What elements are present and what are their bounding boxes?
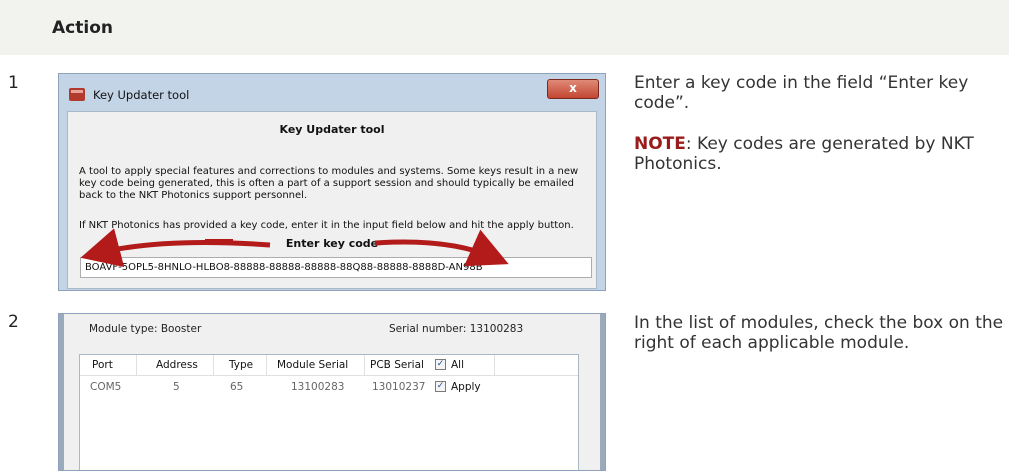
serial-number-label: Serial number: 13100283 xyxy=(389,323,524,335)
note-text: : Key codes are generated by NKT Photoni… xyxy=(634,134,974,174)
module-list-window: Module type: Booster Serial number: 1310… xyxy=(58,313,606,471)
step-2-instruction: In the list of modules, check the box on… xyxy=(634,313,1004,353)
column-header-pcb-serial: PCB Serial xyxy=(370,359,424,371)
window-edge-right xyxy=(600,314,605,470)
enter-key-code-label: Enter key code xyxy=(285,237,379,250)
column-header-all: All xyxy=(451,359,465,371)
dialog-heading: Key Updater tool xyxy=(279,123,385,136)
dialog-description: A tool to apply special features and cor… xyxy=(79,166,579,201)
select-all-checkbox[interactable]: ✓ xyxy=(435,359,446,370)
table-header-row: Port Address Type Module Serial PCB Seri… xyxy=(80,355,578,376)
close-button[interactable]: x xyxy=(547,79,599,99)
step-number-1: 1 xyxy=(8,73,19,93)
app-icon xyxy=(69,88,85,101)
step-2-description: In the list of modules, check the box on… xyxy=(634,313,1006,374)
key-updater-window: Key Updater tool x Key Updater tool A to… xyxy=(58,73,606,291)
table-header xyxy=(0,0,1009,55)
cell-module-serial: 13100283 xyxy=(291,381,345,393)
step-1-note: NOTE: Key codes are generated by NKT Pho… xyxy=(634,134,1006,174)
column-header-module-serial: Module Serial xyxy=(277,359,349,371)
column-header-address: Address xyxy=(156,359,198,371)
cell-address: 5 xyxy=(173,381,180,393)
step-1-instruction: Enter a key code in the field “Enter key… xyxy=(634,73,969,113)
window-edge-left xyxy=(59,314,64,470)
apply-label: Apply xyxy=(451,381,481,393)
cell-type: 65 xyxy=(230,381,244,393)
module-table: Port Address Type Module Serial PCB Seri… xyxy=(79,354,579,470)
cell-pcb-serial: 13010237 xyxy=(372,381,426,393)
column-header-type: Type xyxy=(229,359,254,371)
key-code-input[interactable]: BOAVF-5OPL5-8HNLO-HLBO8-88888-88888-8888… xyxy=(80,257,592,278)
step-1-description: Enter a key code in the field “Enter key… xyxy=(634,73,1006,195)
window-title: Key Updater tool xyxy=(93,88,190,102)
note-label: NOTE xyxy=(634,134,686,154)
window-client-area: Key Updater tool A tool to apply special… xyxy=(67,111,597,289)
action-column-header: Action xyxy=(52,18,113,38)
dialog-instruction: If NKT Photonics has provided a key code… xyxy=(79,220,574,231)
step-number-2: 2 xyxy=(8,312,19,332)
cell-port: COM5 xyxy=(90,381,122,393)
module-type-label: Module type: Booster xyxy=(89,323,202,335)
column-header-port: Port xyxy=(92,359,113,371)
apply-checkbox[interactable]: ✓ xyxy=(435,381,446,392)
